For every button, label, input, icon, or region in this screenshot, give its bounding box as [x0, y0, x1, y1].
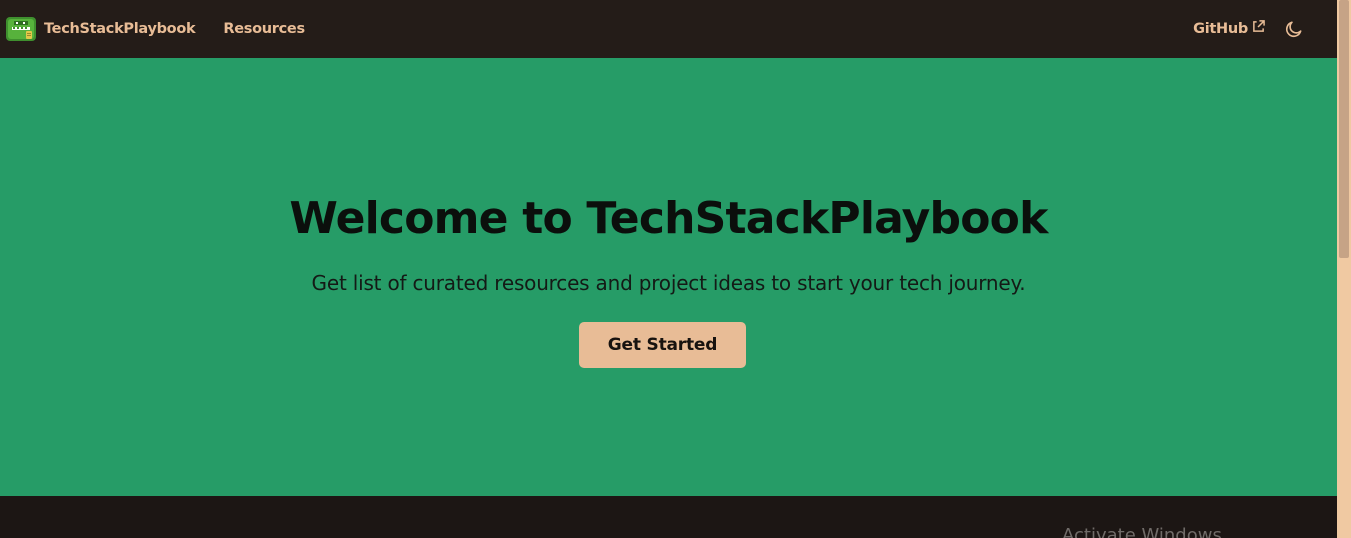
github-link-label: GitHub — [1193, 21, 1248, 37]
nav-link-resources[interactable]: Resources — [223, 21, 305, 37]
page: TechStackPlaybook Resources GitHub Welco… — [0, 0, 1351, 538]
navbar-right-group: GitHub — [1193, 0, 1305, 58]
hero-section: Welcome to TechStackPlaybook Get list of… — [0, 58, 1337, 496]
top-navbar: TechStackPlaybook Resources GitHub — [0, 0, 1337, 58]
brand-title: TechStackPlaybook — [44, 21, 196, 37]
hero-subtitle: Get list of curated resources and projec… — [311, 271, 1026, 295]
github-link[interactable]: GitHub — [1193, 19, 1265, 37]
activate-windows-watermark: Activate Windows — [1062, 525, 1222, 538]
scrollbar-thumb[interactable] — [1339, 0, 1349, 258]
external-link-icon — [1253, 19, 1265, 32]
crocodile-logo-icon — [6, 17, 36, 41]
brand-link[interactable]: TechStackPlaybook — [6, 15, 196, 43]
theme-toggle-button[interactable] — [1283, 18, 1305, 40]
vertical-scrollbar[interactable] — [1337, 0, 1351, 538]
hero-title: Welcome to TechStackPlaybook — [289, 193, 1048, 244]
moon-icon — [1285, 21, 1302, 38]
get-started-button[interactable]: Get Started — [579, 322, 746, 368]
